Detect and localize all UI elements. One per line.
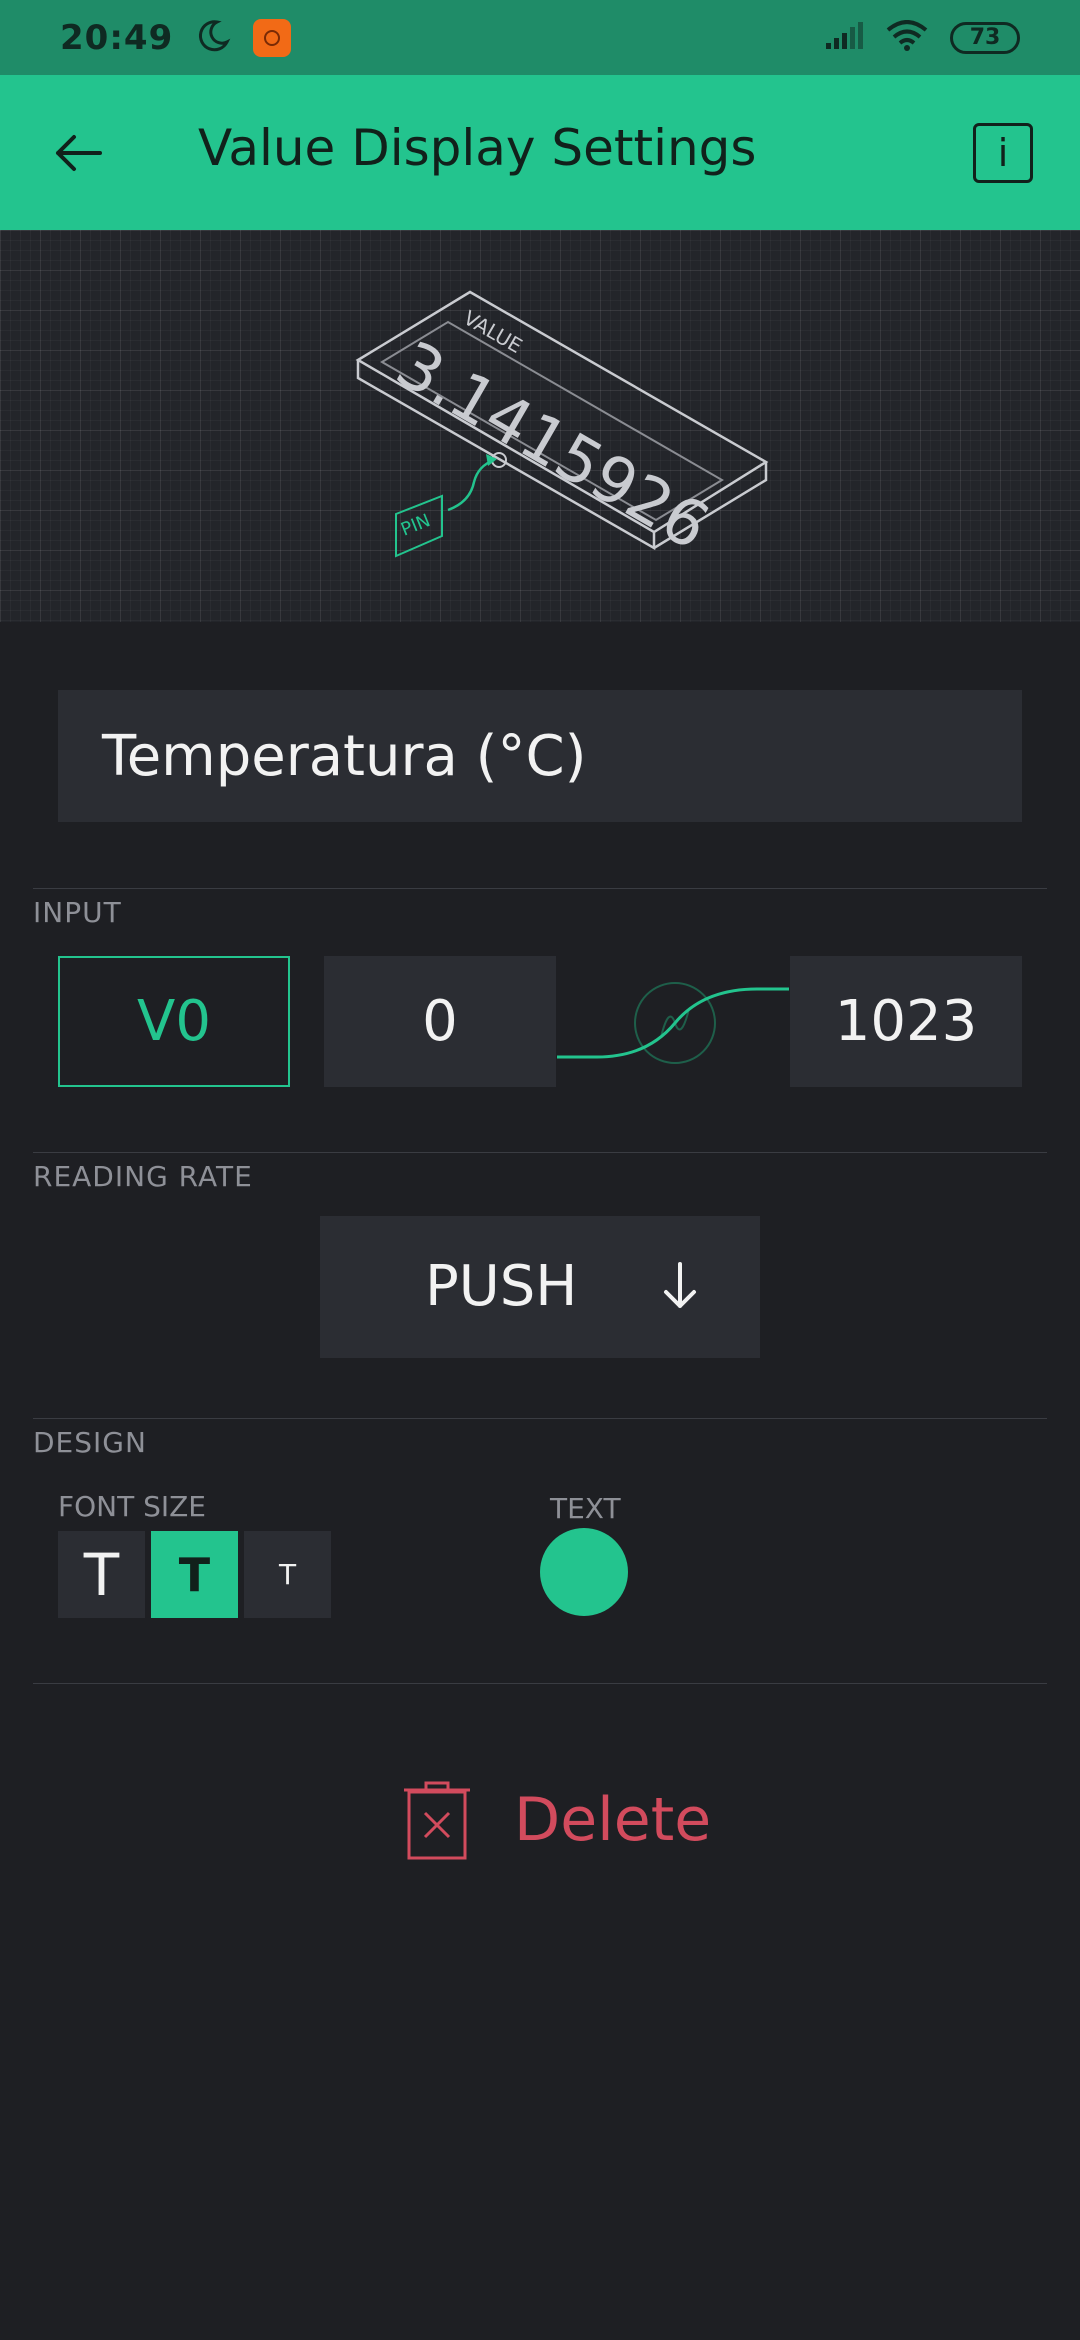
reading-rate-dropdown[interactable]: PUSH bbox=[320, 1216, 760, 1358]
info-icon: i bbox=[997, 131, 1009, 175]
input-min-value: 0 bbox=[422, 989, 458, 1054]
font-size-large-button[interactable]: T bbox=[58, 1531, 145, 1618]
back-button[interactable] bbox=[48, 123, 108, 183]
widget-name-input[interactable]: Temperatura (°C) bbox=[58, 690, 1022, 822]
signal-icon bbox=[824, 21, 864, 55]
widget-name-value: Temperatura (°C) bbox=[102, 723, 587, 789]
divider bbox=[33, 1418, 1047, 1419]
arrow-down-icon bbox=[664, 1262, 696, 1308]
input-min-field[interactable]: 0 bbox=[324, 956, 556, 1087]
value-display-illustration: VALUE 3.1415926 PIN bbox=[355, 290, 769, 565]
info-button[interactable]: i bbox=[973, 123, 1033, 183]
font-size-label: FONT SIZE bbox=[58, 1490, 206, 1523]
divider bbox=[33, 1683, 1047, 1684]
divider bbox=[33, 1152, 1047, 1153]
font-size-small-button[interactable]: T bbox=[244, 1531, 331, 1618]
reading-rate-value: PUSH bbox=[425, 1254, 578, 1319]
widget-preview-illustration: VALUE 3.1415926 PIN bbox=[0, 230, 1080, 622]
trash-icon bbox=[404, 1781, 470, 1860]
input-max-field[interactable]: 1023 bbox=[790, 956, 1022, 1087]
pin-value: V0 bbox=[137, 989, 211, 1054]
page-title: Value Display Settings bbox=[198, 119, 757, 177]
pin-selector[interactable]: V0 bbox=[58, 956, 290, 1087]
battery-indicator: 73 bbox=[950, 21, 1020, 54]
font-size-medium-button[interactable]: T bbox=[151, 1531, 238, 1618]
design-section-label: DESIGN bbox=[33, 1426, 147, 1459]
reading-rate-section-label: READING RATE bbox=[33, 1160, 253, 1193]
moon-icon bbox=[195, 18, 231, 58]
input-section-label: INPUT bbox=[33, 896, 122, 929]
text-color-label: TEXT bbox=[550, 1492, 621, 1525]
device-value: 3.1415926 bbox=[384, 328, 721, 565]
mapping-curve-icon bbox=[557, 982, 789, 1064]
delete-button[interactable]: Delete bbox=[400, 1780, 711, 1860]
app-bar: Value Display Settings i bbox=[0, 75, 1080, 230]
wifi-icon bbox=[886, 19, 928, 56]
delete-label: Delete bbox=[514, 1785, 712, 1855]
status-time: 20:49 bbox=[60, 17, 174, 58]
divider bbox=[33, 888, 1047, 889]
app-notification-icon bbox=[253, 18, 292, 57]
input-max-value: 1023 bbox=[834, 989, 978, 1054]
status-bar: 20:49 73 bbox=[0, 0, 1080, 75]
arrow-left-icon bbox=[56, 135, 102, 171]
device-label: VALUE bbox=[460, 306, 527, 359]
font-size-selector: T T T bbox=[58, 1531, 331, 1618]
pin-label: PIN bbox=[398, 510, 433, 541]
text-color-swatch[interactable] bbox=[540, 1528, 628, 1616]
